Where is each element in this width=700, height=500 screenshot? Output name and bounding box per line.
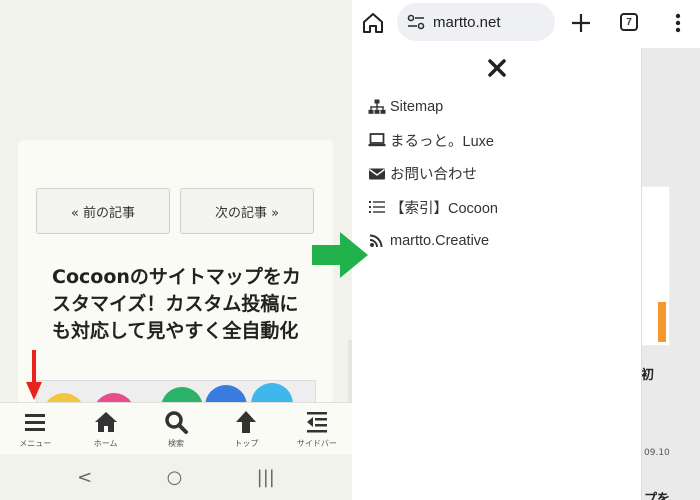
footer-search-button[interactable]: 検索 [141, 403, 211, 454]
footer-home-button[interactable]: ホーム [70, 403, 140, 454]
url-text: martto.net [433, 13, 501, 31]
footer-sidebar-button[interactable]: サイドバー [282, 403, 352, 454]
drawer-item-sitemap[interactable]: Sitemap [368, 90, 498, 124]
tab-switcher-button[interactable]: 7 [620, 13, 638, 31]
drawer-item-label: Sitemap [390, 98, 444, 115]
arrow-up-icon [236, 411, 257, 433]
url-bar[interactable]: martto.net [397, 3, 555, 41]
post-card: « 前の記事 次の記事 » Cocoonのサイトマップをカスタマイズ！カスタム投… [18, 140, 333, 420]
footer-mobile-menu: メニュー ホーム 検索 トップ サイドバー [0, 402, 352, 454]
drawer-item-cocoon-index[interactable]: 【索引】Cocoon [368, 191, 498, 225]
close-icon[interactable] [487, 58, 507, 78]
sitemap-icon [368, 99, 386, 114]
footer-home-label: ホーム [93, 439, 118, 448]
more-vert-icon[interactable] [674, 12, 682, 34]
footer-top-button[interactable]: トップ [211, 403, 281, 454]
drawer-menu-list: Sitemap まるっと。Luxe お問い合わせ 【索引】Cocoon mart… [368, 90, 498, 258]
left-phone-screen: « 前の記事 次の記事 » Cocoonのサイトマップをカスタマイズ！カスタム投… [0, 0, 352, 500]
background-date-fragment: 09.10 [644, 448, 670, 458]
drawer-item-label: martto.Creative [390, 232, 490, 249]
drawer-item-label: 【索引】Cocoon [390, 200, 498, 217]
envelope-icon [369, 168, 385, 180]
background-title-fragment-2: プを [644, 492, 671, 500]
drawer-item-luxe[interactable]: まるっと。Luxe [368, 124, 498, 158]
rss-icon [369, 234, 383, 247]
sidebar-icon [306, 412, 327, 433]
footer-menu-button[interactable]: メニュー [0, 403, 70, 454]
browser-toolbar: martto.net 7 [352, 0, 700, 48]
prev-post-button[interactable]: « 前の記事 [36, 188, 170, 234]
hamburger-icon [25, 414, 46, 431]
footer-sidebar-label: サイドバー [296, 439, 337, 448]
green-arrow-annotation [312, 232, 368, 278]
red-arrow-annotation [26, 350, 42, 400]
drawer-item-contact[interactable]: お問い合わせ [368, 157, 498, 191]
back-nav-button[interactable]: < [77, 467, 92, 488]
plus-icon[interactable] [570, 12, 592, 34]
footer-menu-label: メニュー [19, 439, 52, 448]
footer-top-label: トップ [234, 439, 259, 448]
footer-search-label: 検索 [168, 439, 185, 448]
drawer-item-label: お問い合わせ [390, 167, 477, 184]
recents-nav-button[interactable]: ||| [257, 467, 275, 488]
post-title[interactable]: Cocoonのサイトマップをカスタマイズ！カスタム投稿にも対応して見やすく全自動… [52, 264, 312, 345]
search-icon [165, 411, 189, 434]
laptop-icon [368, 133, 386, 147]
site-settings-icon[interactable] [407, 14, 425, 30]
next-post-button[interactable]: 次の記事 » [180, 188, 314, 234]
list-icon [369, 201, 385, 214]
system-nav-bar: < ○ ||| [0, 454, 352, 500]
right-phone-screen: martto.net 7 ！初 09.10 プを Sitemap まるっと。Lu… [352, 0, 700, 500]
navigation-drawer: Sitemap まるっと。Luxe お問い合わせ 【索引】Cocoon mart… [352, 48, 642, 500]
home-nav-button[interactable]: ○ [167, 467, 183, 488]
drawer-item-creative[interactable]: martto.Creative [368, 224, 498, 258]
home-icon [94, 412, 117, 432]
background-accent [658, 302, 666, 342]
drawer-item-label: まるっと。Luxe [390, 133, 494, 150]
browser-home-icon[interactable] [362, 12, 384, 34]
